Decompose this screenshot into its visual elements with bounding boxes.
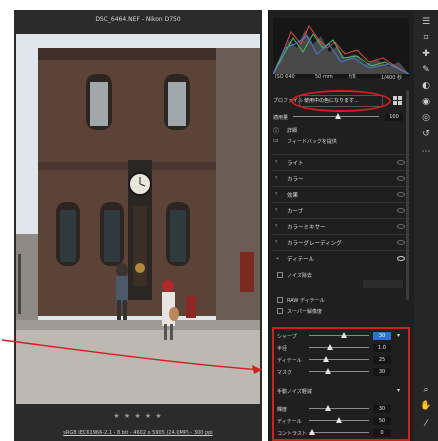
- eye-icon[interactable]: [397, 256, 405, 261]
- mask-icon[interactable]: ◐: [420, 80, 432, 92]
- rating-stars[interactable]: ★ ★ ★ ★ ★: [14, 412, 262, 420]
- crop-icon[interactable]: ⌗: [420, 32, 432, 44]
- histogram: [272, 18, 410, 78]
- eyedropper-icon[interactable]: ⁄: [420, 418, 432, 430]
- section-effects[interactable]: › 効果: [271, 186, 411, 202]
- sliders-highlight-rect: [272, 327, 410, 441]
- info-icon: ⓘ: [273, 128, 280, 135]
- denoise-label: ノイズ除去: [287, 273, 312, 279]
- section-detail[interactable]: ⌄ ディテール: [271, 250, 411, 266]
- presets-icon[interactable]: ◎: [420, 112, 432, 124]
- section-curve[interactable]: › カーブ: [271, 202, 411, 218]
- amount-value[interactable]: 100: [385, 113, 403, 121]
- super-resolution-label: スーパー解像度: [287, 309, 322, 315]
- section-name: カラーグレーディング: [287, 241, 342, 247]
- profile-browser-icon[interactable]: [393, 96, 402, 105]
- profile-highlight-ellipse: [291, 90, 391, 112]
- amount-slider[interactable]: [293, 112, 379, 122]
- eye-icon[interactable]: [397, 224, 405, 229]
- section-light[interactable]: › ライト: [271, 154, 411, 170]
- histogram-graph: [272, 24, 410, 75]
- denoise-checkbox[interactable]: [277, 272, 283, 278]
- chevron-right-icon: ›: [275, 174, 278, 181]
- edit-icon[interactable]: ☰: [420, 16, 432, 28]
- section-color-grading[interactable]: › カラーグレーディング: [271, 234, 411, 250]
- hist-focal: 50 mm: [315, 74, 333, 80]
- section-name: カーブ: [287, 209, 304, 215]
- brush-icon[interactable]: ✎: [420, 64, 432, 76]
- denoise-button[interactable]: [363, 280, 403, 288]
- chevron-down-icon: ⌄: [275, 254, 281, 261]
- hand-icon[interactable]: ✋: [420, 400, 432, 412]
- section-name: 効果: [287, 193, 299, 199]
- eye-icon[interactable]: [397, 176, 405, 181]
- hist-aperture: f/8: [349, 74, 356, 80]
- heal-icon[interactable]: ✚: [420, 48, 432, 60]
- image-info-link[interactable]: sRGB IEC61966-2.1 - 8 bit - 4602 x 5905 …: [14, 430, 262, 436]
- redeye-icon[interactable]: ◉: [420, 96, 432, 108]
- details-link[interactable]: 詳細: [287, 127, 297, 134]
- hist-iso: ISO 640: [275, 74, 295, 80]
- more-icon[interactable]: ⋯: [420, 146, 432, 158]
- feedback-link[interactable]: フィードバックを提供: [287, 138, 337, 145]
- comment-icon: ▭: [273, 137, 279, 144]
- section-color-mixer[interactable]: › カラーミキサー: [271, 218, 411, 234]
- chevron-right-icon: ›: [275, 222, 278, 229]
- section-name: ライト: [287, 161, 304, 167]
- image-title: DSC_6464.NEF - Nikon D750: [95, 16, 181, 23]
- amount-label: 適用量: [273, 115, 289, 121]
- eye-icon[interactable]: [397, 160, 405, 165]
- raw-detail-checkbox[interactable]: [277, 297, 283, 303]
- chevron-right-icon: ›: [275, 238, 278, 245]
- red-arrow: [1, 339, 263, 374]
- section-color[interactable]: › カラー: [271, 170, 411, 186]
- section-name: カラーミキサー: [287, 225, 326, 231]
- zoom-icon[interactable]: ⌕: [420, 384, 432, 396]
- history-icon[interactable]: ↺: [420, 128, 432, 140]
- chevron-right-icon: ›: [275, 158, 278, 165]
- eye-icon[interactable]: [397, 192, 405, 197]
- eye-icon[interactable]: [397, 240, 405, 245]
- section-name: カラー: [287, 177, 304, 183]
- super-resolution-checkbox[interactable]: [277, 308, 283, 314]
- chevron-right-icon: ›: [275, 206, 278, 213]
- eye-icon[interactable]: [397, 208, 405, 213]
- tool-strip: ☰ ⌗ ✚ ✎ ◐ ◉ ◎ ↺ ⋯ ⌕ ✋ ⁄: [414, 10, 438, 441]
- chevron-right-icon: ›: [275, 190, 278, 197]
- section-name: ディテール: [287, 257, 315, 263]
- panel-scrollbar[interactable]: [406, 90, 409, 300]
- hist-shutter: 1/400 秒: [381, 75, 402, 81]
- raw-detail-label: RAW ディテール: [287, 298, 325, 304]
